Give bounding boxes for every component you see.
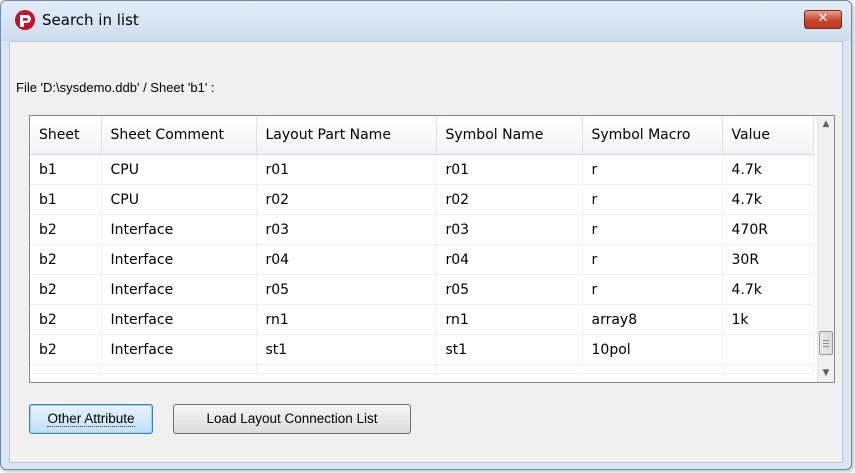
table-cell: CPU <box>101 184 257 215</box>
table-cell: Interface <box>101 304 257 335</box>
scrollbar-thumb[interactable] <box>819 331 833 355</box>
column-header[interactable]: Symbol Macro <box>582 116 723 155</box>
table-row[interactable]: b2 Interface st1 st1 10pol <box>30 334 814 365</box>
table-row[interactable]: b2 Interface r04 r04 r 30R <box>30 244 814 275</box>
column-header[interactable]: Sheet Comment <box>101 116 257 155</box>
window-title: Search in list <box>42 11 139 29</box>
table-cell: 4.7k <box>722 274 814 305</box>
close-icon: ✕ <box>817 11 829 26</box>
search-in-list-window: Search in list ✕ File 'D:\sysdemo.ddb' /… <box>0 0 852 470</box>
table-cell: b2 <box>30 304 102 335</box>
table-cell: 1k <box>722 304 814 335</box>
app-logo-icon <box>15 10 35 30</box>
table-cell: r <box>582 154 723 185</box>
table-cell <box>722 364 814 374</box>
column-header[interactable]: Sheet <box>30 116 102 155</box>
load-layout-connection-list-button[interactable]: Load Layout Connection List <box>173 404 411 434</box>
table-cell: st1 <box>256 334 437 365</box>
table-cell <box>101 364 257 374</box>
table-cell <box>256 364 437 374</box>
table-cell <box>436 364 583 374</box>
table-cell: b2 <box>30 274 102 305</box>
other-attribute-button[interactable]: Other Attribute <box>29 404 153 434</box>
table-cell <box>30 364 102 374</box>
table-cell: r01 <box>256 154 437 185</box>
table-cell: b2 <box>30 214 102 245</box>
table-body: b1 CPU r01 r01 r 4.7k b1 CPU r02 r02 r 4.7k b2 Interf… <box>30 154 814 374</box>
table-row[interactable]: b2 Interface r03 r03 r 470R <box>30 214 814 245</box>
close-button[interactable]: ✕ <box>804 10 842 29</box>
vertical-scrollbar[interactable]: ▲ ▼ <box>817 116 834 382</box>
table-cell <box>582 364 723 374</box>
table-cell: st1 <box>436 334 583 365</box>
table-cell: b1 <box>30 184 102 215</box>
table-cell: b1 <box>30 154 102 185</box>
table-cell: r01 <box>436 154 583 185</box>
table-row[interactable]: b2 Interface rn1 rn1 array8 1k <box>30 304 814 335</box>
table-cell <box>722 334 814 365</box>
table-cell: 30R <box>722 244 814 275</box>
scroll-up-arrow-icon[interactable]: ▲ <box>818 116 834 133</box>
table-row[interactable]: b1 CPU r02 r02 r 4.7k <box>30 184 814 215</box>
table-row[interactable]: b1 CPU r01 r01 r 4.7k <box>30 154 814 185</box>
table-row-partial <box>30 364 814 374</box>
table-cell: r05 <box>256 274 437 305</box>
table-cell: b2 <box>30 244 102 275</box>
load-layout-label: Load Layout Connection List <box>206 411 378 426</box>
table-row[interactable]: b2 Interface r05 r05 r 4.7k <box>30 274 814 305</box>
table-cell: b2 <box>30 334 102 365</box>
table-cell: r <box>582 184 723 215</box>
table-cell: r <box>582 244 723 275</box>
other-attribute-label: Other Attribute <box>47 411 135 427</box>
table-cell: 10pol <box>582 334 723 365</box>
results-list[interactable]: Sheet Sheet Comment Layout Part Name Symbol… <box>29 115 835 383</box>
table-cell: r04 <box>436 244 583 275</box>
table-cell: Interface <box>101 274 257 305</box>
column-header[interactable]: Value <box>722 116 814 155</box>
table-header-row: Sheet Sheet Comment Layout Part Name Symbol… <box>30 116 814 155</box>
table-cell: array8 <box>582 304 723 335</box>
table-cell: Interface <box>101 214 257 245</box>
table-cell: Interface <box>101 334 257 365</box>
table-cell: rn1 <box>436 304 583 335</box>
table-cell: 4.7k <box>722 154 814 185</box>
table-cell: rn1 <box>256 304 437 335</box>
table-cell: 4.7k <box>722 184 814 215</box>
table-cell: r03 <box>436 214 583 245</box>
table-cell: r <box>582 214 723 245</box>
column-header[interactable]: Layout Part Name <box>256 116 437 155</box>
table-cell: CPU <box>101 154 257 185</box>
table-cell: r <box>582 274 723 305</box>
table-cell: r02 <box>256 184 437 215</box>
table-cell: r04 <box>256 244 437 275</box>
column-header[interactable]: Symbol Name <box>436 116 583 155</box>
table-cell: r05 <box>436 274 583 305</box>
file-sheet-label-text: File 'D:\sysdemo.ddb' / Sheet 'b1' : <box>16 80 215 95</box>
table-cell: Interface <box>101 244 257 275</box>
results-table: Sheet Sheet Comment Layout Part Name Symbol… <box>30 116 814 374</box>
file-sheet-label: File 'D:\sysdemo.ddb' / Sheet 'b1' : <box>16 80 215 95</box>
scroll-down-arrow-icon[interactable]: ▼ <box>818 365 834 382</box>
title-bar[interactable]: Search in list ✕ <box>1 1 851 41</box>
table-cell: 470R <box>722 214 814 245</box>
table-cell: r03 <box>256 214 437 245</box>
table-cell: r02 <box>436 184 583 215</box>
